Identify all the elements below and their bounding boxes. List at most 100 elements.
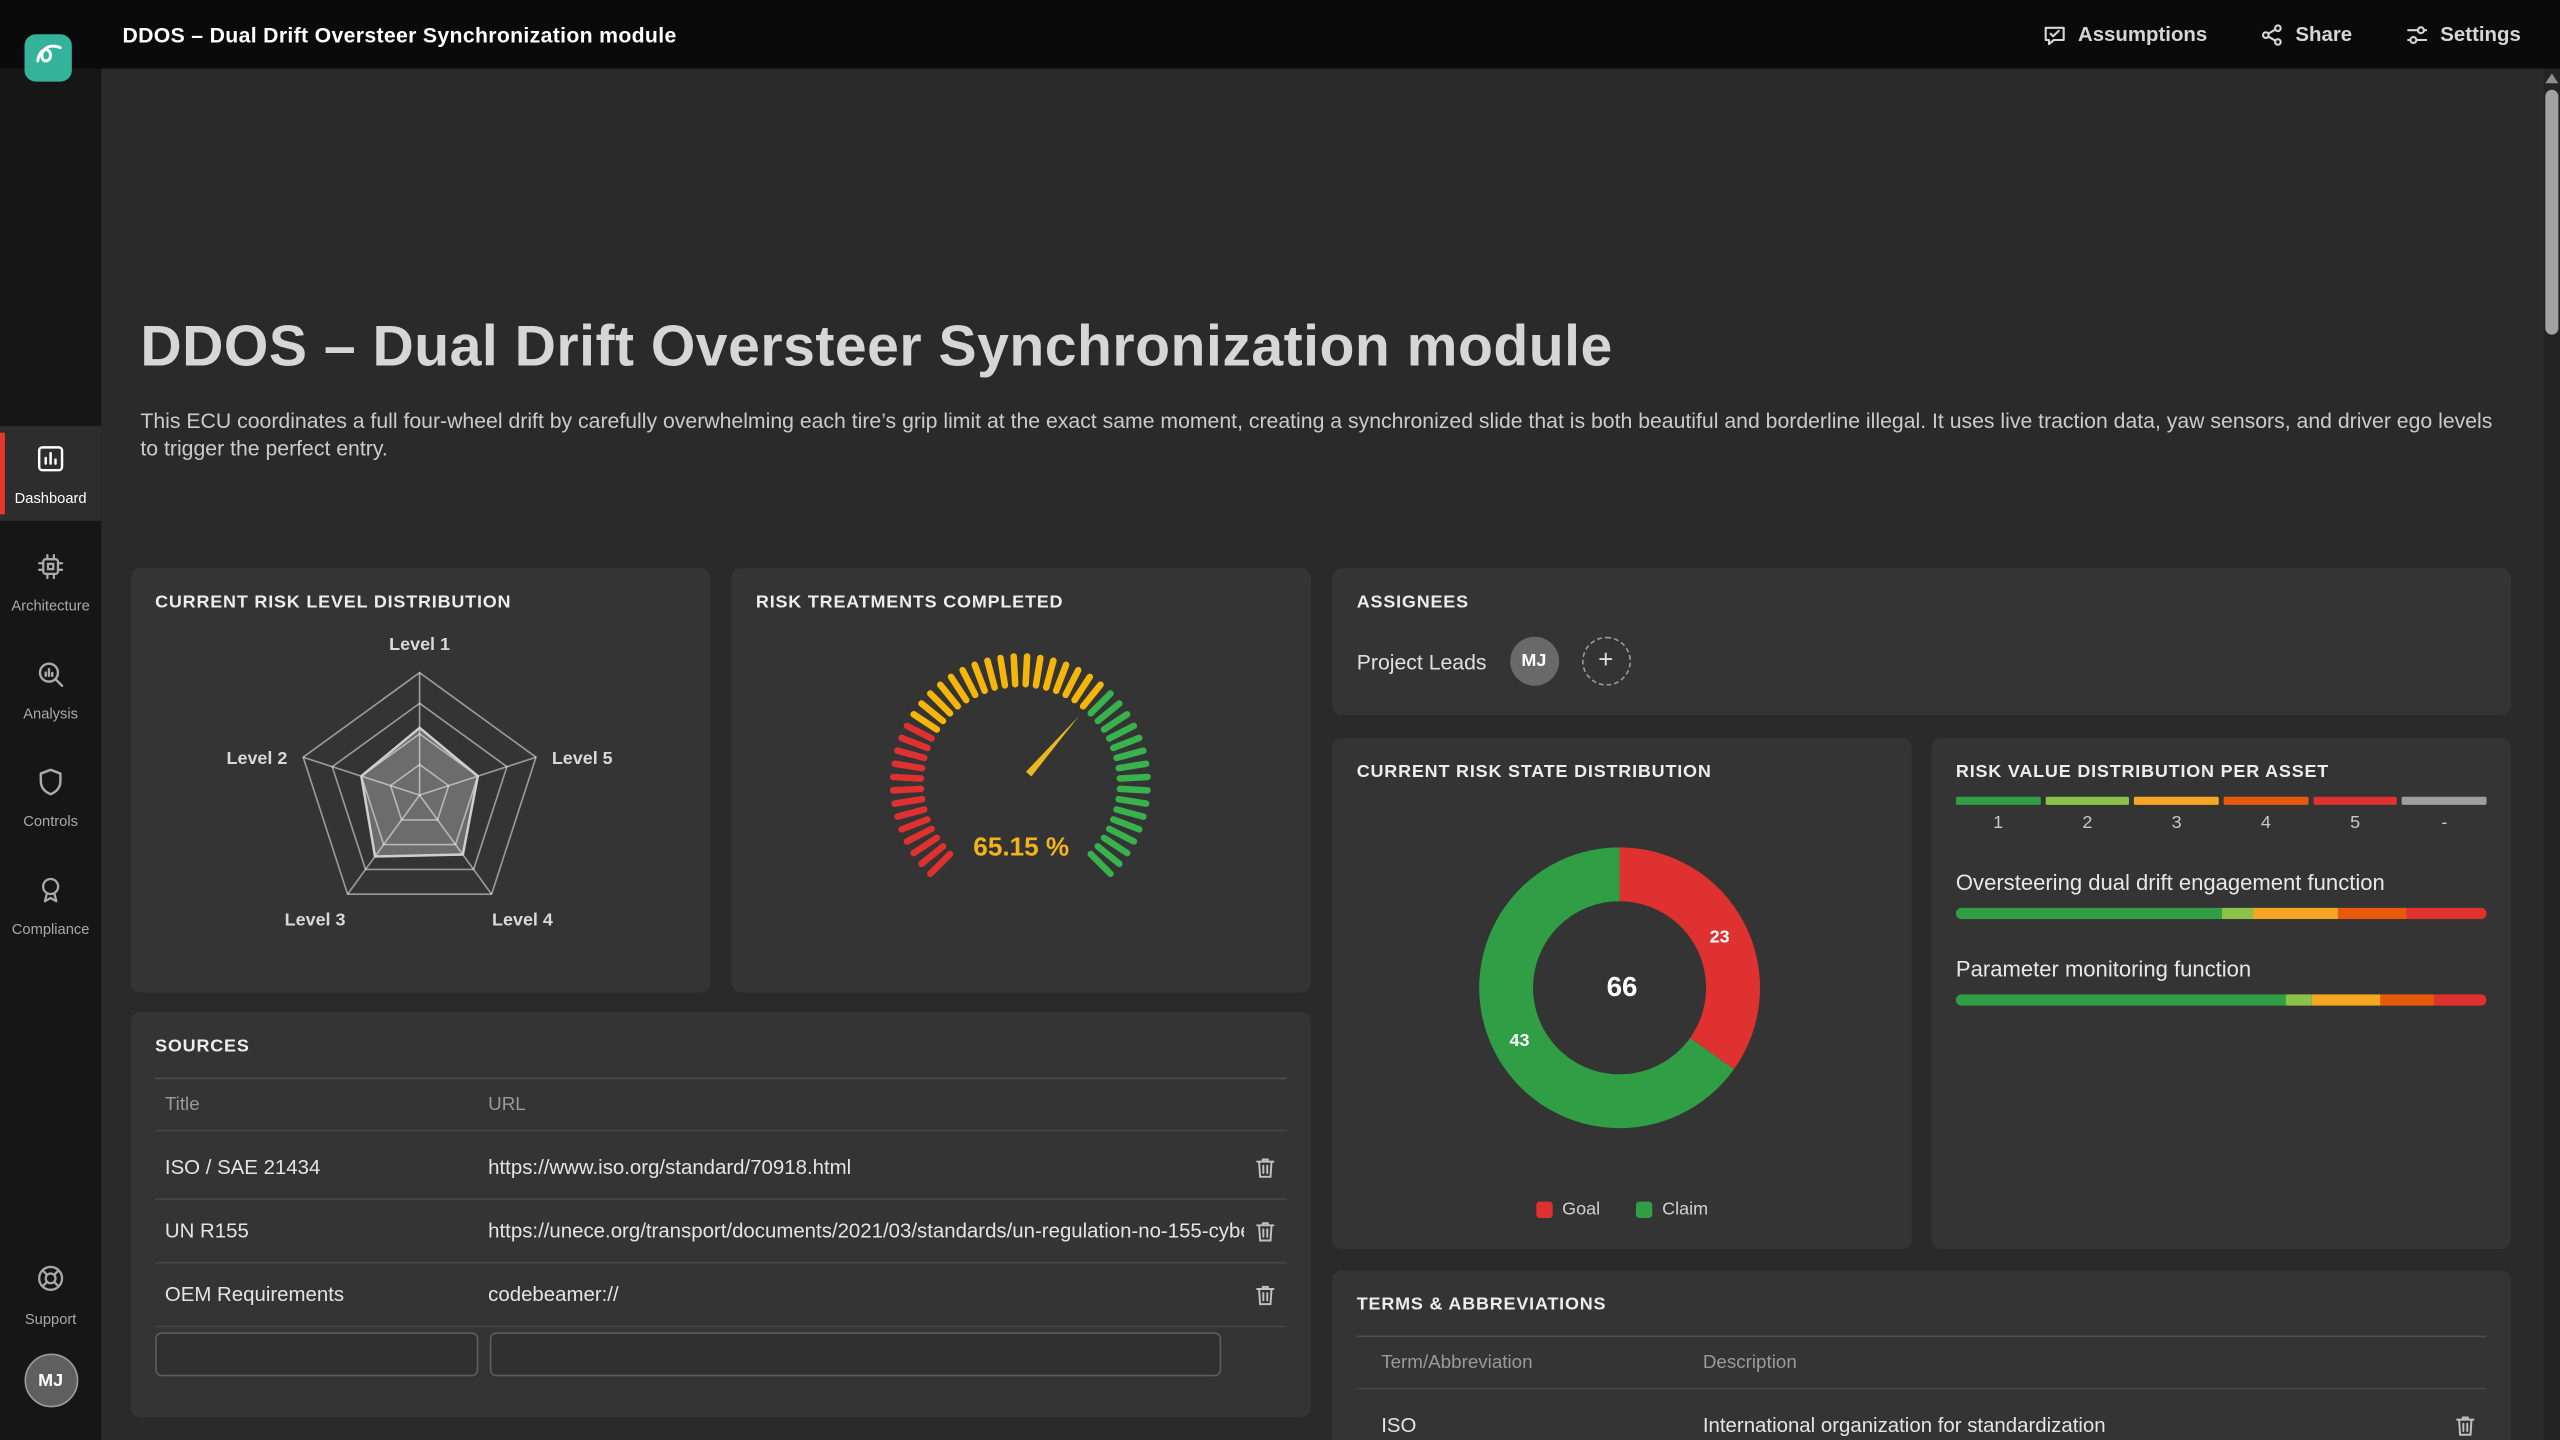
sidebar-item-analysis[interactable]: Analysis [0, 642, 101, 737]
column-title: Title [155, 1096, 488, 1116]
asset-name: Parameter monitoring function [1956, 957, 2251, 981]
asset-risk-bar [1956, 994, 2487, 1005]
risk-level-distribution-card: CURRENT RISK LEVEL DISTRIBUTION Level 1 L… [131, 568, 711, 992]
sidebar-bottom: Support MJ [0, 1262, 101, 1440]
new-source-url-input[interactable] [490, 1332, 1221, 1376]
divider [1357, 1388, 2487, 1390]
assumptions-icon [2042, 22, 2066, 46]
scale-swatch [2134, 797, 2218, 805]
source-url: https://www.iso.org/standard/70918.html [488, 1156, 1244, 1179]
source-title: ISO / SAE 21434 [155, 1156, 488, 1179]
sidebar-item-label: Analysis [23, 706, 78, 721]
support-label: Support [25, 1311, 76, 1327]
radar-axis-label: Level 2 [227, 748, 288, 768]
terms-table-header: Term/Abbreviation Description [1357, 1353, 2487, 1373]
delete-source-button[interactable] [1244, 1219, 1286, 1243]
legend-item-claim: Claim [1636, 1200, 1708, 1220]
assumptions-label: Assumptions [2078, 23, 2207, 46]
delete-source-button[interactable] [1244, 1155, 1286, 1179]
scale-swatch [1956, 797, 2040, 805]
app-logo[interactable] [24, 34, 71, 81]
radar-axis-label: Level 4 [492, 910, 553, 930]
scale-cell: 1 [1956, 797, 2040, 833]
sidebar-item-compliance[interactable]: Compliance [0, 857, 101, 952]
scale-label: 1 [1993, 813, 2003, 833]
risk-value-per-asset-card: RISK VALUE DISTRIBUTION PER ASSET 1 2 3 … [1931, 738, 2511, 1249]
donut-slice-value: 43 [1510, 1030, 1530, 1050]
scale-swatch [2224, 797, 2308, 805]
source-row: UN R155 https://unece.org/transport/docu… [155, 1200, 1286, 1262]
divider [155, 1130, 1286, 1132]
radar-axis-label: Level 5 [552, 748, 613, 768]
bar-segment [2338, 908, 2407, 919]
scrollbar-thumb[interactable] [2545, 90, 2558, 335]
page-description: This ECU coordinates a full four-wheel d… [140, 407, 2494, 463]
assignees-card: ASSIGNEES Project Leads MJ + [1332, 568, 2511, 715]
card-title: CURRENT RISK LEVEL DISTRIBUTION [155, 593, 511, 613]
source-url: codebeamer:// [488, 1283, 1244, 1306]
scale-label: 2 [2082, 813, 2092, 833]
bar-segment [1956, 908, 2221, 919]
radar-axis-label: Level 3 [285, 910, 346, 930]
add-assignee-button[interactable]: + [1581, 637, 1630, 686]
share-button[interactable]: Share [2259, 22, 2352, 46]
settings-icon [2404, 22, 2428, 46]
sources-table-header: Title URL [155, 1096, 1286, 1116]
risk-scale-legend: 1 2 3 4 5 - [1956, 797, 2487, 833]
asset-name: Oversteering dual drift engagement funct… [1956, 870, 2385, 894]
source-title: OEM Requirements [155, 1283, 488, 1306]
terms-abbreviations-card: TERMS & ABBREVIATIONS Term/Abbreviation … [1332, 1270, 2511, 1440]
donut-slice-value: 23 [1710, 927, 1730, 947]
topbar: DDOS – Dual Drift Oversteer Synchronizat… [0, 0, 2560, 69]
user-avatar[interactable]: MJ [24, 1353, 78, 1407]
vertical-scrollbar[interactable] [2544, 69, 2560, 1440]
bar-segment [2285, 994, 2312, 1005]
settings-button[interactable]: Settings [2404, 22, 2520, 46]
new-source-title-input[interactable] [155, 1332, 478, 1376]
gauge-needle [1026, 716, 1079, 777]
donut-legend: Goal Claim [1332, 1200, 1912, 1220]
sidebar-item-label: Architecture [11, 598, 89, 613]
column-term: Term/Abbreviation [1357, 1353, 1703, 1373]
sidebar-item-architecture[interactable]: Architecture [0, 534, 101, 629]
scale-label: - [2441, 813, 2447, 833]
divider [155, 1078, 1286, 1080]
donut-slice [1620, 847, 1760, 1069]
sidebar-item-support[interactable]: Support [25, 1262, 76, 1327]
scale-label: 3 [2172, 813, 2182, 833]
sidebar-item-label: Compliance [12, 922, 90, 937]
scroll-up-arrow-icon[interactable] [2545, 73, 2558, 83]
delete-source-button[interactable] [1244, 1282, 1286, 1306]
bar-segment [2221, 908, 2253, 919]
assumptions-button[interactable]: Assumptions [2042, 22, 2207, 46]
bar-segment [2253, 908, 2338, 919]
sidebar: Dashboard Architecture Analysis Controls… [0, 69, 101, 1440]
bar-segment [2433, 994, 2486, 1005]
sidebar-item-label: Controls [23, 814, 78, 829]
delete-term-button[interactable] [2444, 1413, 2486, 1437]
donut-total: 66 [1332, 971, 1912, 1004]
scale-swatch [2045, 797, 2129, 805]
claim-color-swatch [1636, 1202, 1652, 1218]
risk-state-distribution-card: CURRENT RISK STATE DISTRIBUTION 2343 66 … [1332, 738, 1912, 1249]
screen: DDOS – Dual Drift Oversteer Synchronizat… [0, 0, 2560, 1440]
radar-axis-label: Level 1 [389, 634, 450, 654]
term-row: ISO International organization for stand… [1357, 1394, 2487, 1440]
scale-cell: 2 [2045, 797, 2129, 833]
controls-shield-icon [34, 765, 67, 806]
source-row: ISO / SAE 21434 https://www.iso.org/stan… [155, 1136, 1286, 1198]
card-title: TERMS & ABBREVIATIONS [1357, 1295, 1607, 1315]
legend-label: Goal [1562, 1200, 1600, 1220]
sources-card: SOURCES Title URL ISO / SAE 21434 https:… [131, 1012, 1311, 1417]
scale-label: 5 [2350, 813, 2360, 833]
assignee-avatar[interactable]: MJ [1509, 637, 1558, 686]
source-row: OEM Requirements codebeamer:// [155, 1264, 1286, 1326]
architecture-icon [34, 549, 67, 590]
sidebar-item-controls[interactable]: Controls [0, 749, 101, 844]
source-url: https://unece.org/transport/documents/20… [488, 1220, 1244, 1243]
scale-swatch [2402, 797, 2486, 805]
bar-segment [2407, 908, 2487, 919]
sidebar-item-label: Dashboard [15, 491, 87, 506]
sidebar-item-dashboard[interactable]: Dashboard [0, 426, 101, 521]
column-description: Description [1703, 1353, 2487, 1373]
